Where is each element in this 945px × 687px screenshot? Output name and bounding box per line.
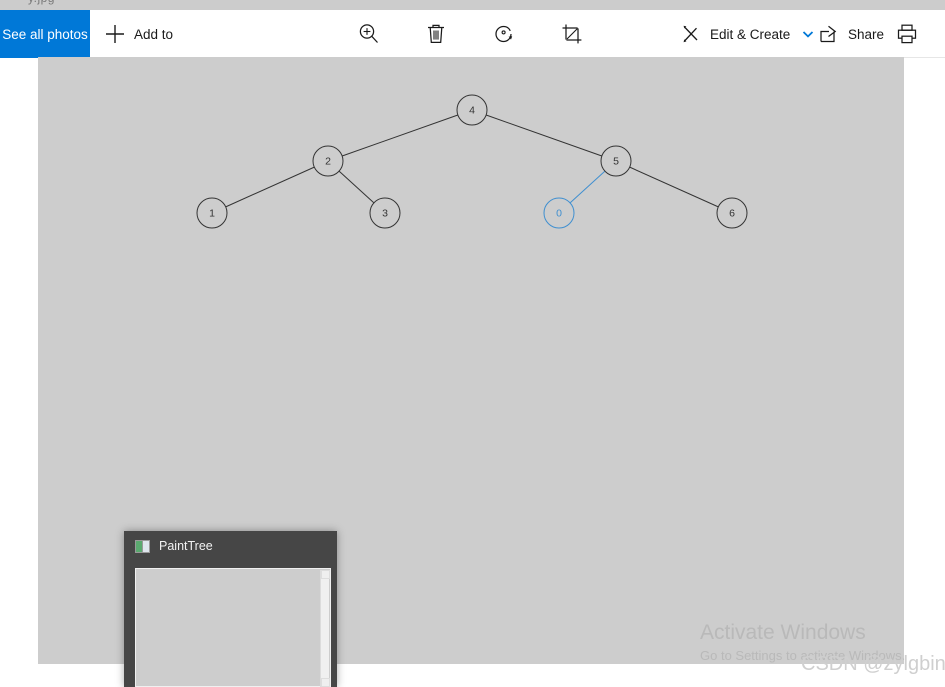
tree-edge [225,166,315,208]
tree-node-label: 5 [613,156,619,168]
add-to-button[interactable]: Add to [104,10,173,58]
tree-nodes: 4 2 1 3 5 0 6 [196,94,748,229]
tree-node: 2 [312,145,344,177]
paint-tree-window[interactable]: PaintTree [124,531,337,687]
paint-tree-title-bar[interactable]: PaintTree [124,531,337,561]
window-title-strip: y.jpg [0,0,945,10]
tree-edges [225,114,719,208]
tree-node: 1 [196,197,228,229]
share-button[interactable]: Share [818,10,884,58]
tree-edge [629,166,719,208]
tree-node-label: 6 [729,208,735,220]
tree-node: 5 [600,145,632,177]
edit-and-create-label: Edit & Create [710,26,791,42]
clipped-file-name: y.jpg [28,0,55,5]
edit-and-create-button[interactable]: Edit & Create [682,10,814,58]
tree-edge [338,170,375,204]
trash-icon [423,21,449,47]
scroll-down-arrow[interactable] [321,678,330,687]
magnifier-plus-icon [356,21,382,47]
share-label: Share [848,26,885,42]
tree-node-label: 4 [469,105,475,117]
tree-node: 3 [369,197,401,229]
pencil-brush-icon [682,24,702,44]
tree-node-label: 1 [209,208,215,220]
paint-tree-vertical-scrollbar[interactable] [320,570,330,687]
photos-toolbar: See all photos Add to Edit & Create Shar… [0,10,945,58]
tree-edge [485,114,603,157]
scroll-up-arrow[interactable] [321,570,330,579]
rotate-icon [491,21,517,47]
printer-icon [895,22,919,46]
tree-node: 4 [456,94,488,126]
rotate-button[interactable] [491,10,517,58]
see-all-photos-button[interactable]: See all photos [0,10,90,58]
plus-icon [104,23,126,45]
crop-button[interactable] [559,10,585,58]
tree-node: 0 [543,197,575,229]
paint-tree-title: PaintTree [159,539,213,553]
print-button[interactable] [895,10,919,58]
paint-tree-client-area[interactable] [135,568,331,687]
tree-edge [569,170,606,204]
share-arrow-icon [818,23,840,45]
tree-node-label: 0 [556,208,562,220]
tree-node: 6 [716,197,748,229]
tree-edge [341,114,459,157]
tree-node-label: 3 [382,208,388,220]
chevron-down-icon[interactable] [802,28,814,40]
app-window-icon [135,539,150,553]
delete-button[interactable] [423,10,449,58]
add-to-label: Add to [134,26,174,42]
tree-node-label: 2 [325,156,331,168]
zoom-button[interactable] [356,10,382,58]
crop-icon [559,21,585,47]
photos-app-window: y.jpg See all photos Add to [0,0,945,687]
see-all-photos-label: See all photos [2,26,88,42]
